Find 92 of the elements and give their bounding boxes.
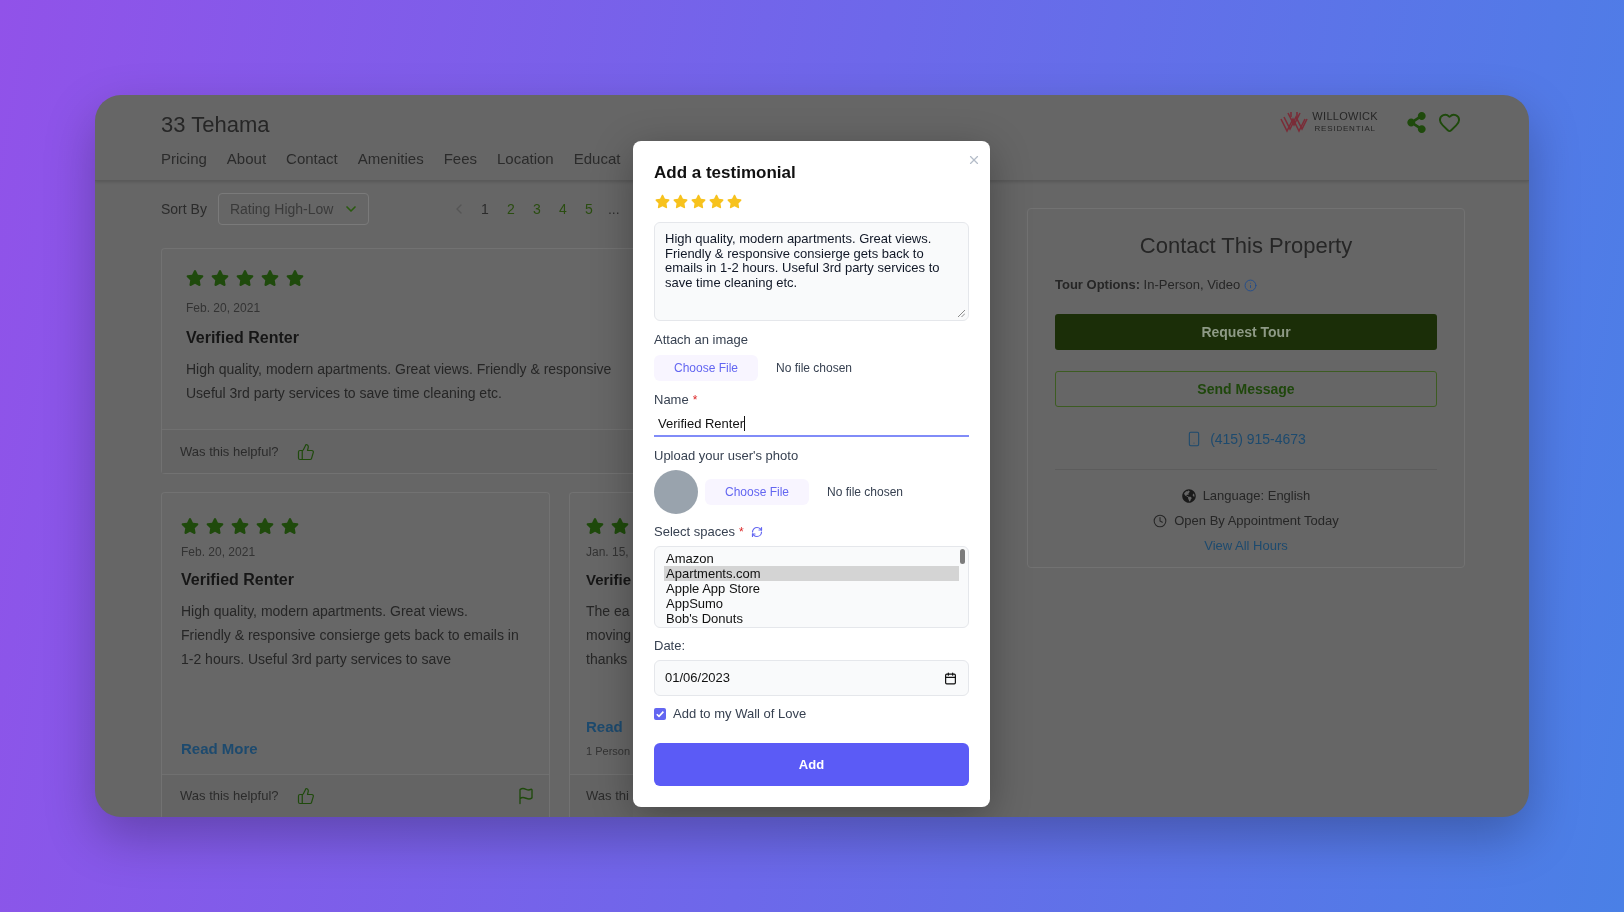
phone-link[interactable]: (415) 915-4673 [1210, 429, 1306, 449]
sort-label: Sort By [161, 199, 207, 219]
star-icon [211, 269, 229, 287]
lattice-logo-icon [1280, 111, 1309, 133]
nav-tab[interactable]: Fees [443, 149, 477, 169]
avatar-placeholder [654, 470, 698, 514]
page-link[interactable]: 5 [575, 196, 602, 222]
review-author: Verified Renter [186, 328, 299, 348]
review-author: Verifie [586, 570, 632, 590]
spaces-listbox[interactable]: Amazon Apartments.com Apple App Store AppSumo Bob's Donuts [654, 546, 969, 628]
text-cursor [744, 416, 745, 431]
field-label: Date: [654, 637, 686, 655]
review-author: Verified Renter [181, 570, 294, 590]
flag-icon[interactable] [517, 787, 535, 805]
review-text: High quality, modern apartments. Great views. Friendly & responsive consierge gets back to emails in 1-2 hours. Useful 3rd party services to save [181, 602, 519, 669]
star-icon [586, 517, 604, 535]
contact-action-button[interactable]: Send Message [1055, 371, 1437, 407]
checkbox[interactable] [654, 708, 666, 720]
page-link[interactable]: 2 [497, 196, 524, 222]
read-more-link[interactable]: Read More [181, 739, 258, 759]
listbox-option[interactable]: AppSumo [664, 596, 959, 611]
field-label: Select spaces [654, 523, 735, 541]
choose-file-button[interactable]: Choose File [654, 355, 758, 381]
listbox-option[interactable]: Amazon [664, 551, 959, 566]
star-icon [236, 269, 254, 287]
thumbs-up-icon[interactable] [296, 787, 315, 805]
contact-title: Contact This Property [1139, 232, 1353, 260]
nav-tab[interactable]: Location [497, 149, 554, 169]
review-textarea[interactable]: High quality, modern apartments. Great views. Friendly & responsive consierge gets back to emails in 1-2 hours. Useful 3rd party services to save time cleaning etc. [654, 222, 969, 321]
star-icon [206, 517, 224, 535]
view-hours-link[interactable]: View All Hours [1204, 537, 1288, 555]
nav-tab[interactable]: Amenities [357, 149, 424, 169]
helpful-prompt: Was this helpful? [180, 442, 279, 461]
star-icon [231, 517, 249, 535]
star-icon[interactable] [673, 193, 688, 209]
calendar-icon[interactable] [944, 671, 957, 685]
tour-options-text: Tour Options: In-Person, Video [1055, 276, 1241, 294]
star-icon[interactable] [655, 193, 670, 209]
field-label: Attach an image [654, 331, 748, 349]
star-icon [281, 517, 299, 535]
helpful-prompt: Was this helpful? [180, 787, 279, 806]
share-icon[interactable] [1406, 111, 1427, 133]
choose-file-button[interactable]: Choose File [705, 479, 809, 505]
page-link[interactable]: 1 [471, 196, 498, 222]
close-button[interactable] [967, 153, 981, 167]
name-input[interactable]: Verified Renter [654, 412, 969, 437]
review-text: High quality, modern apartments. Great views. Friendly & responsive Useful 3rd party services to save time cleaning etc. [186, 360, 612, 403]
page-ellipsis: ... [607, 200, 620, 219]
listbox-option[interactable]: Apartments.com [664, 566, 959, 581]
globe-icon [1181, 489, 1196, 503]
add-button[interactable]: Add [654, 743, 969, 786]
logo-subtitle: RESIDENTIAL [1314, 124, 1376, 134]
checkbox-label: Add to my Wall of Love [673, 705, 807, 723]
detail-text: Language: English [1202, 487, 1311, 505]
dialog-title: Add a testimonial [654, 163, 796, 183]
star-icon [286, 269, 304, 287]
page-link[interactable]: 4 [549, 196, 576, 222]
refresh-icon[interactable] [750, 526, 763, 538]
star-icon[interactable] [727, 193, 742, 209]
star-icon [611, 517, 629, 535]
nav-tab[interactable]: Educat [573, 149, 621, 169]
star-icon[interactable] [691, 193, 706, 209]
resize-handle-icon[interactable] [957, 309, 965, 317]
property-title: 33 Tehama [161, 111, 270, 139]
close-icon [967, 153, 981, 167]
star-icon [261, 269, 279, 287]
star-icon [186, 269, 204, 287]
read-more-link[interactable]: Read [586, 717, 623, 737]
file-status: No file chosen [776, 360, 853, 377]
file-status: No file chosen [827, 484, 904, 501]
star-icon [181, 517, 199, 535]
page-link[interactable]: 3 [523, 196, 550, 222]
thumbs-up-icon[interactable] [296, 442, 315, 461]
date-input[interactable]: 01/06/2023 [654, 660, 969, 696]
nav-tab[interactable]: About [226, 149, 267, 169]
field-label: Upload your user's photo [654, 447, 799, 465]
star-icon [256, 517, 274, 535]
review-text: The ea moving thanks [586, 602, 632, 669]
clock-icon [1153, 514, 1168, 528]
required-mark: * [692, 392, 698, 409]
listbox-option[interactable]: Bob's Donuts [664, 611, 959, 626]
info-icon[interactable] [1244, 278, 1258, 292]
contact-action-button[interactable]: Request Tour [1055, 314, 1437, 350]
required-mark: * [738, 524, 744, 541]
field-label: Name [654, 391, 689, 409]
nav-tab[interactable]: Contact [286, 149, 338, 169]
detail-text: Open By Appointment Today [1174, 512, 1339, 530]
logo-wordmark: WILLOWICK [1312, 110, 1378, 123]
listbox-option[interactable]: Apple App Store [664, 581, 959, 596]
star-icon[interactable] [709, 193, 724, 209]
nav-tab[interactable]: Pricing [161, 149, 207, 169]
scrollbar[interactable] [960, 549, 965, 564]
